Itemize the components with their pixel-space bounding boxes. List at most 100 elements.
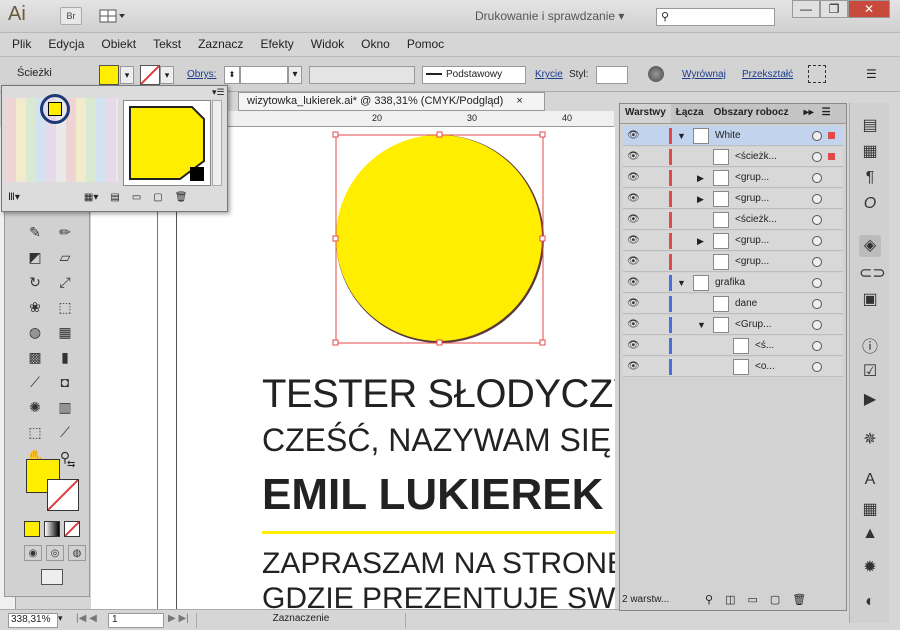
target-circle-icon[interactable] bbox=[812, 278, 822, 288]
style-select[interactable] bbox=[596, 66, 628, 84]
blob-brush-tool-icon[interactable]: ◩ bbox=[23, 246, 47, 268]
paragraph-icon[interactable]: ¶ bbox=[859, 169, 881, 191]
layer-row[interactable]: 👁 ▼ grafika bbox=[623, 273, 843, 293]
swatch-libraries-icon[interactable]: Ⅲ▾ bbox=[8, 192, 20, 203]
fill-dropdown-chevron-icon[interactable]: ▾ bbox=[120, 66, 134, 84]
layer-row[interactable]: 👁 dane bbox=[623, 294, 843, 314]
visibility-eye-icon[interactable]: 👁 bbox=[627, 214, 640, 226]
draw-normal-icon[interactable]: ◉ bbox=[24, 545, 42, 561]
draw-behind-icon[interactable]: ◎ bbox=[46, 545, 64, 561]
stroke-color-box[interactable] bbox=[47, 479, 79, 511]
zoom-chevron-icon[interactable]: ▾ bbox=[58, 613, 70, 628]
target-circle-icon[interactable] bbox=[812, 320, 822, 330]
layer-row[interactable]: 👁 <grup... bbox=[623, 252, 843, 272]
visibility-eye-icon[interactable]: 👁 bbox=[627, 319, 640, 331]
layer-row[interactable]: 👁 <ścieżk... bbox=[623, 210, 843, 230]
selection-indicator[interactable] bbox=[828, 153, 835, 160]
minimize-button[interactable]: — bbox=[792, 0, 820, 18]
menu-item-2[interactable]: Obiekt bbox=[101, 37, 136, 51]
menu-item-6[interactable]: Widok bbox=[311, 37, 344, 51]
target-circle-icon[interactable] bbox=[812, 152, 822, 162]
visibility-eye-icon[interactable]: 👁 bbox=[627, 340, 640, 352]
expand-toggle-icon[interactable]: ▶ bbox=[697, 168, 704, 188]
gradient-mode-icon[interactable] bbox=[44, 521, 60, 537]
expand-toggle-icon[interactable]: ▶ bbox=[697, 189, 704, 209]
visibility-eye-icon[interactable]: 👁 bbox=[627, 277, 640, 289]
intro-text[interactable]: CZEŚĆ, NAZYWAM SIĘ bbox=[262, 422, 611, 459]
warp-tool-icon[interactable]: ❀ bbox=[23, 296, 47, 318]
zoom-input[interactable]: 338,31% bbox=[8, 613, 58, 628]
fill-swatch[interactable] bbox=[99, 65, 119, 85]
color-mode-icon[interactable] bbox=[24, 521, 40, 537]
menu-item-1[interactable]: Edycja bbox=[48, 37, 84, 51]
target-circle-icon[interactable] bbox=[812, 215, 822, 225]
invite-text[interactable]: ZAPRASZAM NA STRONĘ bbox=[262, 547, 615, 581]
target-circle-icon[interactable] bbox=[812, 194, 822, 204]
menu-item-5[interactable]: Efekty bbox=[260, 37, 293, 51]
artboards-panel-icon[interactable]: ▣ bbox=[859, 289, 881, 311]
delete-layer-icon[interactable]: 🗑 bbox=[792, 593, 806, 606]
layer-row[interactable]: 👁 ▼ White bbox=[623, 126, 843, 146]
variable-width-select[interactable] bbox=[309, 66, 415, 84]
stroke-weight-chevron-icon[interactable]: ▾ bbox=[288, 66, 302, 84]
artboard-tool-icon[interactable]: ⬚ bbox=[23, 421, 47, 443]
eraser-tool-icon[interactable]: ▱ bbox=[53, 246, 77, 268]
new-sublayer-icon[interactable]: ▭ bbox=[747, 593, 757, 606]
bridge-button[interactable]: Br bbox=[60, 7, 82, 25]
character-icon[interactable]: A bbox=[859, 471, 881, 493]
links-panel-icon[interactable]: ⊂⊃ bbox=[859, 263, 886, 285]
tab-layers[interactable]: Warstwy bbox=[620, 104, 671, 123]
clipping-mask-icon[interactable]: ◫ bbox=[725, 593, 735, 606]
free-transform-tool-icon[interactable]: ⬚ bbox=[53, 296, 77, 318]
none-mode-icon[interactable] bbox=[64, 521, 80, 537]
appearance-icon[interactable]: ◐ bbox=[859, 593, 881, 615]
layer-row[interactable]: 👁 ▼ <Grup... bbox=[623, 315, 843, 335]
target-circle-icon[interactable] bbox=[812, 131, 822, 141]
swap-fill-stroke-icon[interactable]: ⇆ bbox=[67, 459, 75, 470]
image-trace-icon[interactable]: ▲ bbox=[859, 525, 881, 547]
color-guide-icon[interactable]: ▤ bbox=[859, 115, 881, 137]
brush-select[interactable]: Podstawowy bbox=[422, 66, 526, 84]
layer-row[interactable]: 👁 <o... bbox=[623, 357, 843, 377]
workspace-switcher[interactable]: Drukowanie i sprawdzanie ▾ bbox=[475, 9, 624, 23]
layer-row[interactable]: 👁 ▶ <grup... bbox=[623, 168, 843, 188]
scale-tool-icon[interactable]: ⤢ bbox=[53, 271, 77, 293]
menu-item-3[interactable]: Tekst bbox=[153, 37, 181, 51]
expand-toggle-icon[interactable]: ▼ bbox=[677, 126, 686, 146]
target-circle-icon[interactable] bbox=[812, 341, 822, 351]
layer-row[interactable]: 👁 ▶ <grup... bbox=[623, 231, 843, 251]
swatches-scrollbar[interactable] bbox=[212, 100, 222, 186]
target-circle-icon[interactable] bbox=[812, 236, 822, 246]
layer-row[interactable]: 👁 ▶ <grup... bbox=[623, 189, 843, 209]
visibility-eye-icon[interactable]: 👁 bbox=[627, 256, 640, 268]
layers-menu-icon[interactable]: ☰ bbox=[818, 104, 835, 123]
target-circle-icon[interactable] bbox=[812, 173, 822, 183]
name-text[interactable]: EMIL LUKIEREK bbox=[262, 470, 603, 520]
actions-play-icon[interactable]: ▶ bbox=[859, 389, 881, 411]
stroke-label[interactable]: Obrys: bbox=[187, 69, 216, 80]
visibility-eye-icon[interactable]: 👁 bbox=[627, 361, 640, 373]
locate-object-icon[interactable]: ⚲ bbox=[705, 593, 713, 606]
headline-tester[interactable]: TESTER SŁODYCZY bbox=[262, 372, 615, 417]
mesh-tool-icon[interactable]: ▩ bbox=[23, 346, 47, 368]
tab-artboards[interactable]: Obszary robocz bbox=[709, 104, 794, 123]
stroke-dropdown-chevron-icon[interactable]: ▾ bbox=[160, 66, 174, 84]
maximize-button[interactable]: ❐ bbox=[820, 0, 848, 18]
gradient-tool-icon[interactable]: ▮ bbox=[53, 346, 77, 368]
transform-link[interactable]: Przekształć bbox=[742, 69, 793, 80]
screen-mode-icon[interactable] bbox=[41, 569, 63, 585]
visibility-eye-icon[interactable]: 👁 bbox=[627, 193, 640, 205]
expand-panels-icon[interactable]: ▸▸ bbox=[800, 104, 818, 123]
align-link[interactable]: Wyrównaj bbox=[682, 69, 726, 80]
search-input[interactable]: ⚲ bbox=[656, 8, 775, 26]
symbols-icon[interactable]: ✹ bbox=[859, 557, 881, 579]
recolor-artwork-icon[interactable] bbox=[648, 66, 664, 82]
target-circle-icon[interactable] bbox=[812, 257, 822, 267]
first-artboard-icon[interactable]: |◀ ◀ bbox=[76, 613, 97, 624]
expand-toggle-icon[interactable]: ▼ bbox=[697, 315, 706, 335]
document-tab[interactable]: wizytowka_lukierek.ai* @ 338,31% (CMYK/P… bbox=[238, 92, 545, 111]
rotate-tool-icon[interactable]: ↻ bbox=[23, 271, 47, 293]
selected-swatch[interactable] bbox=[48, 102, 62, 116]
eyedropper-tool-icon[interactable]: ⟋ bbox=[23, 371, 47, 393]
status-mode[interactable]: Zaznaczenie bbox=[196, 613, 406, 628]
